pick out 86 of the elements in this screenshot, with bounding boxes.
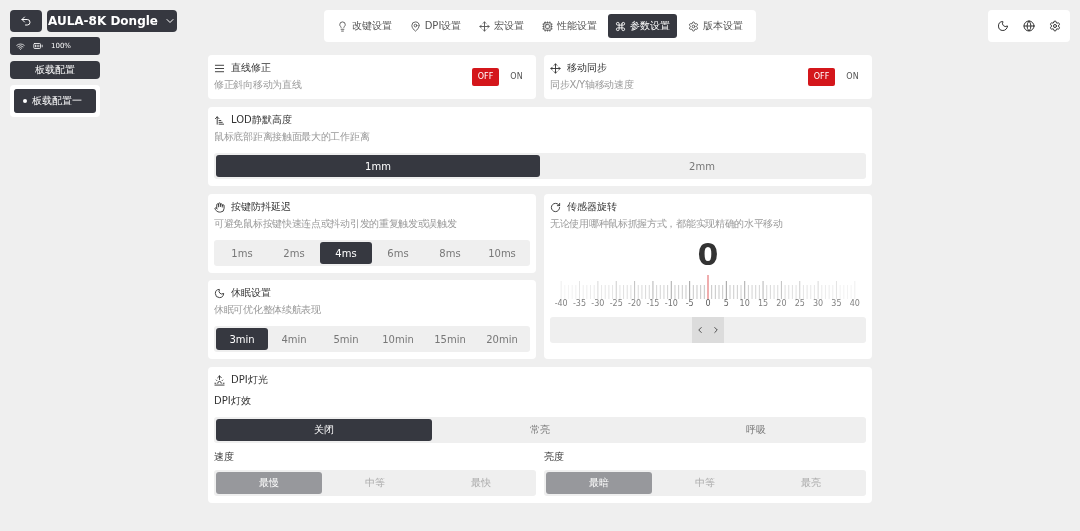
- scale-label: 35: [830, 299, 843, 308]
- field-label: 亮度: [544, 450, 565, 464]
- scale-label: -20: [627, 299, 643, 308]
- option-button[interactable]: 1mm: [216, 155, 540, 177]
- card-title: 休眠设置: [231, 286, 271, 300]
- field-label: DPI灯效: [214, 394, 252, 408]
- nav-tab[interactable]: DPI设置: [402, 14, 469, 38]
- moon-icon: [997, 20, 1009, 32]
- pin-icon: [409, 20, 421, 32]
- nav-tab[interactable]: 性能设置: [535, 14, 605, 38]
- scale-label: -30: [590, 299, 606, 308]
- option-button[interactable]: 20min: [476, 328, 528, 350]
- scale-label: -10: [663, 299, 679, 308]
- card-description: 可避免鼠标按键快速连点或抖动引发的重复触发或误触发: [214, 217, 458, 231]
- sunrise-icon: [214, 374, 225, 386]
- rotate-icon: [550, 201, 561, 213]
- undo-icon: [20, 15, 32, 27]
- card-description: 休眠可优化整体续航表现: [214, 303, 322, 317]
- scale-label: 30: [812, 299, 825, 308]
- scale-label: 40: [848, 299, 861, 308]
- nav-tab[interactable]: 版本设置: [681, 14, 751, 38]
- scale-label: 25: [793, 299, 806, 308]
- scale-label: 20: [775, 299, 788, 308]
- nav-tab[interactable]: 参数设置: [608, 14, 678, 38]
- scale-label: -40: [553, 299, 569, 308]
- onboard-config-button[interactable]: 板载配置: [10, 61, 100, 79]
- device-dropdown[interactable]: AULA-8K Dongle: [47, 10, 177, 32]
- card-title: 传感器旋转: [567, 200, 617, 214]
- scale-label: 10: [738, 299, 751, 308]
- chevron-left-icon: [695, 325, 705, 335]
- chip-icon: [542, 20, 554, 32]
- card-description: 无论使用哪种鼠标抓握方式，都能实现精确的水平移动: [550, 217, 784, 231]
- scale-label: -5: [684, 299, 695, 308]
- card-description: 同步X/Y轴移动速度: [550, 78, 634, 92]
- option-button[interactable]: 1ms: [216, 242, 268, 264]
- option-button[interactable]: 常亮: [432, 419, 648, 441]
- field-label: 速度: [214, 450, 235, 464]
- settings-icon: [688, 20, 700, 32]
- option-button[interactable]: 10ms: [476, 242, 528, 264]
- command-icon: [615, 20, 627, 32]
- back-button[interactable]: [10, 10, 42, 32]
- rotation-value: 0: [696, 240, 720, 270]
- battery-icon: [33, 41, 43, 51]
- option-button[interactable]: 8ms: [424, 242, 476, 264]
- card-title: LOD静默高度: [231, 113, 292, 127]
- moon-icon: [214, 287, 225, 299]
- lines-icon: [214, 62, 225, 74]
- card-description: 鼠标底部距离接触面最大的工作距离: [214, 130, 371, 144]
- scale-label: -35: [572, 299, 588, 308]
- scale-label: 15: [756, 299, 770, 308]
- hand-icon: [214, 201, 225, 213]
- option-button[interactable]: 15min: [424, 328, 476, 350]
- move-icon: [550, 62, 561, 74]
- toggle-option[interactable]: ON: [839, 67, 866, 86]
- card-title: 移动同步: [567, 61, 607, 75]
- card-title: 直线修正: [231, 61, 271, 75]
- scale-label: -15: [645, 299, 661, 308]
- profile-item[interactable]: 板载配置一: [14, 89, 96, 113]
- option-button[interactable]: 4ms: [320, 242, 372, 264]
- card-title: 按键防抖延迟: [231, 200, 291, 214]
- globe-icon: [1023, 20, 1035, 32]
- card-description: 修正斜向移动为直线: [214, 78, 302, 92]
- option-button[interactable]: 5min: [320, 328, 372, 350]
- option-button[interactable]: 呼吸: [648, 419, 864, 441]
- toggle-option[interactable]: ON: [503, 67, 530, 86]
- card-title: DPI灯光: [231, 373, 268, 387]
- nav-tab[interactable]: 改键设置: [329, 14, 399, 38]
- nav-tab[interactable]: 宏设置: [472, 14, 532, 38]
- lightbulb-icon: [336, 20, 348, 32]
- option-button[interactable]: 4min: [268, 328, 320, 350]
- option-button[interactable]: 10min: [372, 328, 424, 350]
- move-icon: [479, 20, 491, 32]
- option-button[interactable]: 2mm: [540, 155, 864, 177]
- wifi-icon: [16, 41, 25, 51]
- toggle-option[interactable]: OFF: [808, 67, 835, 86]
- scale-label: -25: [608, 299, 624, 308]
- option-button[interactable]: 2ms: [268, 242, 320, 264]
- scale-label: 5: [722, 299, 730, 308]
- option-button[interactable]: 6ms: [372, 242, 424, 264]
- chevron-right-icon: [711, 325, 721, 335]
- height-icon: [214, 114, 225, 126]
- toggle-option[interactable]: OFF: [472, 67, 499, 86]
- scale-label: 0: [704, 299, 712, 308]
- settings-icon: [1049, 20, 1061, 32]
- option-button[interactable]: 关闭: [216, 419, 432, 441]
- option-button[interactable]: 3min: [216, 328, 268, 350]
